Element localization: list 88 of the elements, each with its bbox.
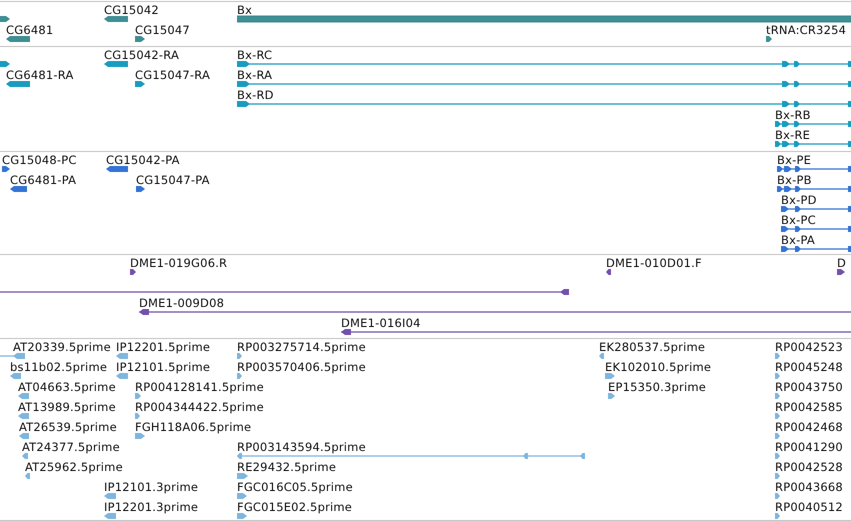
feature-label: CG15047-RA <box>135 68 210 82</box>
feature-label: Bx-PA <box>781 233 815 247</box>
transcript-model[interactable] <box>237 101 851 107</box>
feature-arrow[interactable] <box>130 269 136 275</box>
feature-label: RP0042528 <box>775 460 843 474</box>
feature-label: RP0045248 <box>775 360 843 374</box>
feature-label: DME1-010D01.F <box>606 256 702 270</box>
feature-label: CG15048-PC <box>2 153 77 167</box>
feature-label: AT24377.5prime <box>22 440 120 454</box>
feature-label: AT20339.5prime <box>13 340 111 354</box>
feature-label: RP0042468 <box>775 420 843 434</box>
feature-label: RP0041290 <box>775 440 843 454</box>
transcript-model[interactable] <box>781 226 851 232</box>
feature-label: bs11b02.5prime <box>10 360 108 374</box>
feature-label: RP003143594.5prime <box>237 440 366 454</box>
transcript-model[interactable] <box>777 166 851 172</box>
transcript-model[interactable] <box>237 61 851 67</box>
feature-arrow[interactable] <box>6 81 30 87</box>
feature-label: Bx-RA <box>237 68 272 82</box>
feature-label: Bx <box>237 3 252 17</box>
feature-label: EP15350.3prime <box>608 380 706 394</box>
transcript-model[interactable] <box>777 186 851 192</box>
feature-label: Bx-PD <box>781 193 817 207</box>
feature-label: Bx-PE <box>777 153 812 167</box>
feature-label: RP0042523 <box>775 340 843 354</box>
transcript-model[interactable] <box>781 206 851 212</box>
feature-label: CG15047 <box>135 23 190 37</box>
feature-label: Bx-RC <box>237 48 272 62</box>
feature-label: FGC015E02.5prime <box>237 500 352 514</box>
feature-label: Bx-RB <box>775 108 811 122</box>
feature-label: CG15047-PA <box>136 173 210 187</box>
transcript-model[interactable] <box>781 246 851 252</box>
feature-label: CG6481-RA <box>6 68 74 82</box>
feature-label: IP12201.3prime <box>104 500 198 514</box>
feature-label: IP12101.3prime <box>104 480 198 494</box>
feature-label: Bx-RD <box>237 88 274 102</box>
feature-arrow[interactable] <box>135 81 145 87</box>
feature-label: DME1-019G06.R <box>130 256 228 270</box>
transcript-model[interactable] <box>0 289 569 295</box>
feature-arrow[interactable] <box>106 166 128 172</box>
feature-label: tRNA:CR3254 <box>766 23 846 37</box>
feature-label: RP003570406.5prime <box>237 360 366 374</box>
feature-label: RP0042585 <box>775 400 843 414</box>
feature-label: AT26539.5prime <box>19 420 117 434</box>
feature-label: AT25962.5prime <box>25 460 123 474</box>
feature-label: Bx-PB <box>777 173 812 187</box>
feature-arrow[interactable] <box>104 61 128 67</box>
feature-label: AT04663.5prime <box>18 380 116 394</box>
feature-arrow[interactable] <box>135 36 145 42</box>
feature-arrow[interactable] <box>606 269 611 275</box>
feature-label: CG15042-RA <box>104 48 180 62</box>
feature-label: IP12101.5prime <box>116 360 210 374</box>
feature-label: CG15042 <box>104 3 159 17</box>
feature-arrow[interactable] <box>104 16 128 22</box>
transcript-model[interactable] <box>341 329 851 335</box>
feature-label: CG6481 <box>6 23 54 37</box>
feature-arrow[interactable] <box>766 36 772 42</box>
feature-label: RE29432.5prime <box>237 460 336 474</box>
feature-label: AT13989.5prime <box>18 400 116 414</box>
feature-label: FGH118A06.5prime <box>135 420 252 434</box>
feature-label: IP12201.5prime <box>116 340 210 354</box>
feature-arrow[interactable] <box>837 269 845 275</box>
feature-label: RP004344422.5prime <box>135 400 264 414</box>
transcript-model[interactable] <box>775 121 851 127</box>
feature-arrow[interactable] <box>0 61 10 67</box>
feature-label: D <box>837 256 846 270</box>
feature-label: FGC016C05.5prime <box>237 480 353 494</box>
feature-label: RP003275714.5prime <box>237 340 366 354</box>
transcript-model[interactable] <box>237 81 851 87</box>
feature-label: RP004128141.5prime <box>135 380 264 394</box>
feature-label: Bx-RE <box>775 128 810 142</box>
feature-label: EK102010.5prime <box>605 360 712 374</box>
feature-arrow[interactable] <box>6 36 30 42</box>
feature-label: RP0040512 <box>775 500 843 514</box>
transcript-model[interactable] <box>139 309 851 315</box>
feature-arrow[interactable] <box>2 166 10 172</box>
transcript-model[interactable] <box>775 141 851 147</box>
feature-label: EK280537.5prime <box>599 340 706 354</box>
feature-label: RP0043750 <box>775 380 843 394</box>
feature-label: CG15042-PA <box>106 153 180 167</box>
feature-arrow[interactable] <box>136 186 145 192</box>
feature-label: DME1-009D08 <box>139 296 224 310</box>
feature-label: Bx-PC <box>781 213 816 227</box>
feature-label: DME1-016I04 <box>341 316 421 330</box>
feature-arrow[interactable] <box>0 16 10 22</box>
feature-label: CG6481-PA <box>10 173 76 187</box>
feature-label: RP0043668 <box>775 480 843 494</box>
feature-arrow[interactable] <box>10 186 27 192</box>
